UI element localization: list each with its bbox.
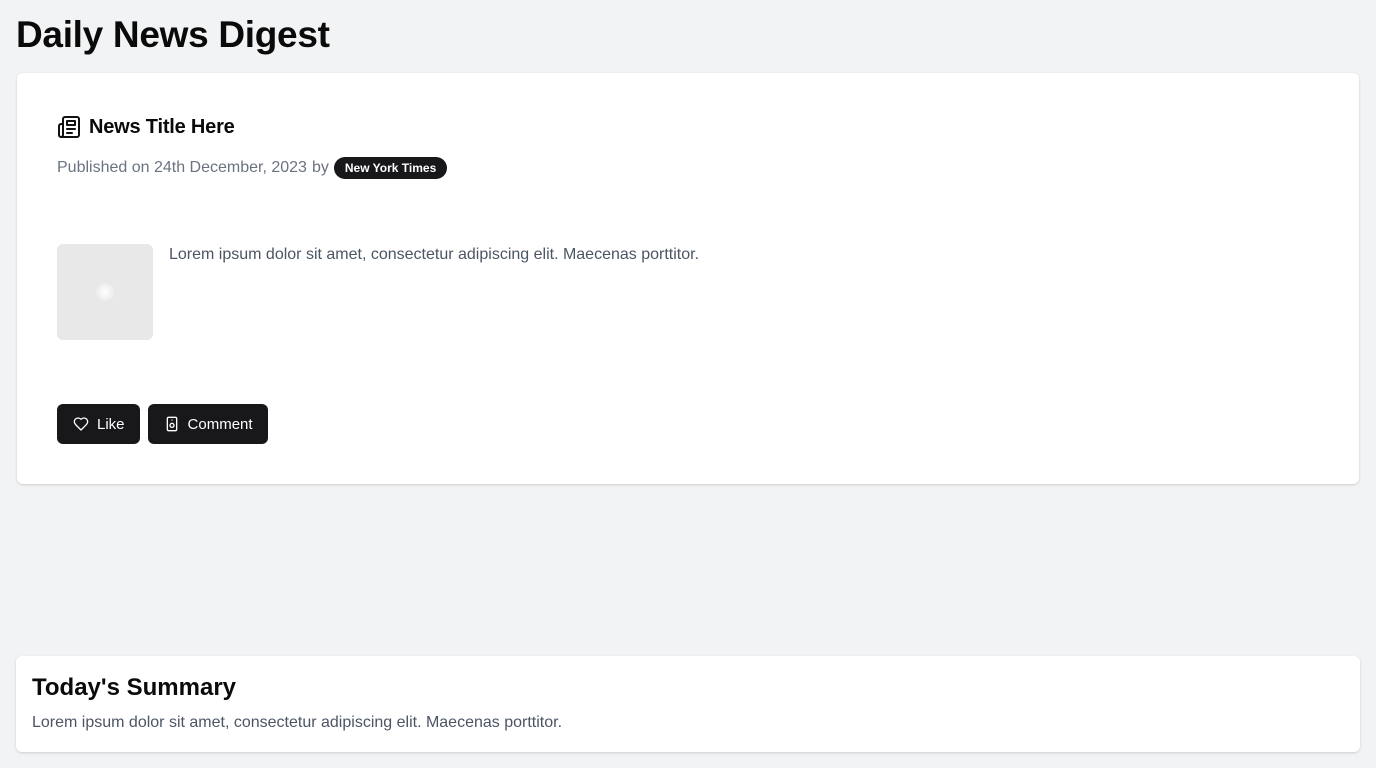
source-badge: New York Times <box>333 157 448 179</box>
comment-icon <box>164 416 180 432</box>
published-date: Published on 24th December, 2023 <box>57 159 307 176</box>
summary-text: Lorem ipsum dolor sit amet, consectetur … <box>32 714 563 731</box>
comment-label: Comment <box>187 415 253 433</box>
page-title: Daily News Digest <box>16 14 330 55</box>
newspaper-icon <box>57 115 81 139</box>
news-header: News Title Here <box>57 115 235 139</box>
news-meta: Published on 24th December, 2023 by New … <box>57 157 448 179</box>
like-label: Like <box>97 415 125 433</box>
summary-title: Today's Summary <box>32 674 236 701</box>
heart-icon <box>73 416 89 432</box>
image-placeholder-icon <box>96 283 114 301</box>
by-label: by <box>311 159 329 176</box>
comment-button[interactable]: Comment <box>147 404 268 444</box>
news-thumbnail <box>57 244 153 340</box>
news-card: News Title Here Published on 24th Decemb… <box>17 73 1359 484</box>
news-excerpt: Lorem ipsum dolor sit amet, consectetur … <box>169 246 700 263</box>
like-button[interactable]: Like <box>57 404 140 444</box>
summary-card: Today's Summary Lorem ipsum dolor sit am… <box>16 656 1360 752</box>
news-actions: Like Comment <box>57 404 268 444</box>
news-title[interactable]: News Title Here <box>89 116 235 139</box>
